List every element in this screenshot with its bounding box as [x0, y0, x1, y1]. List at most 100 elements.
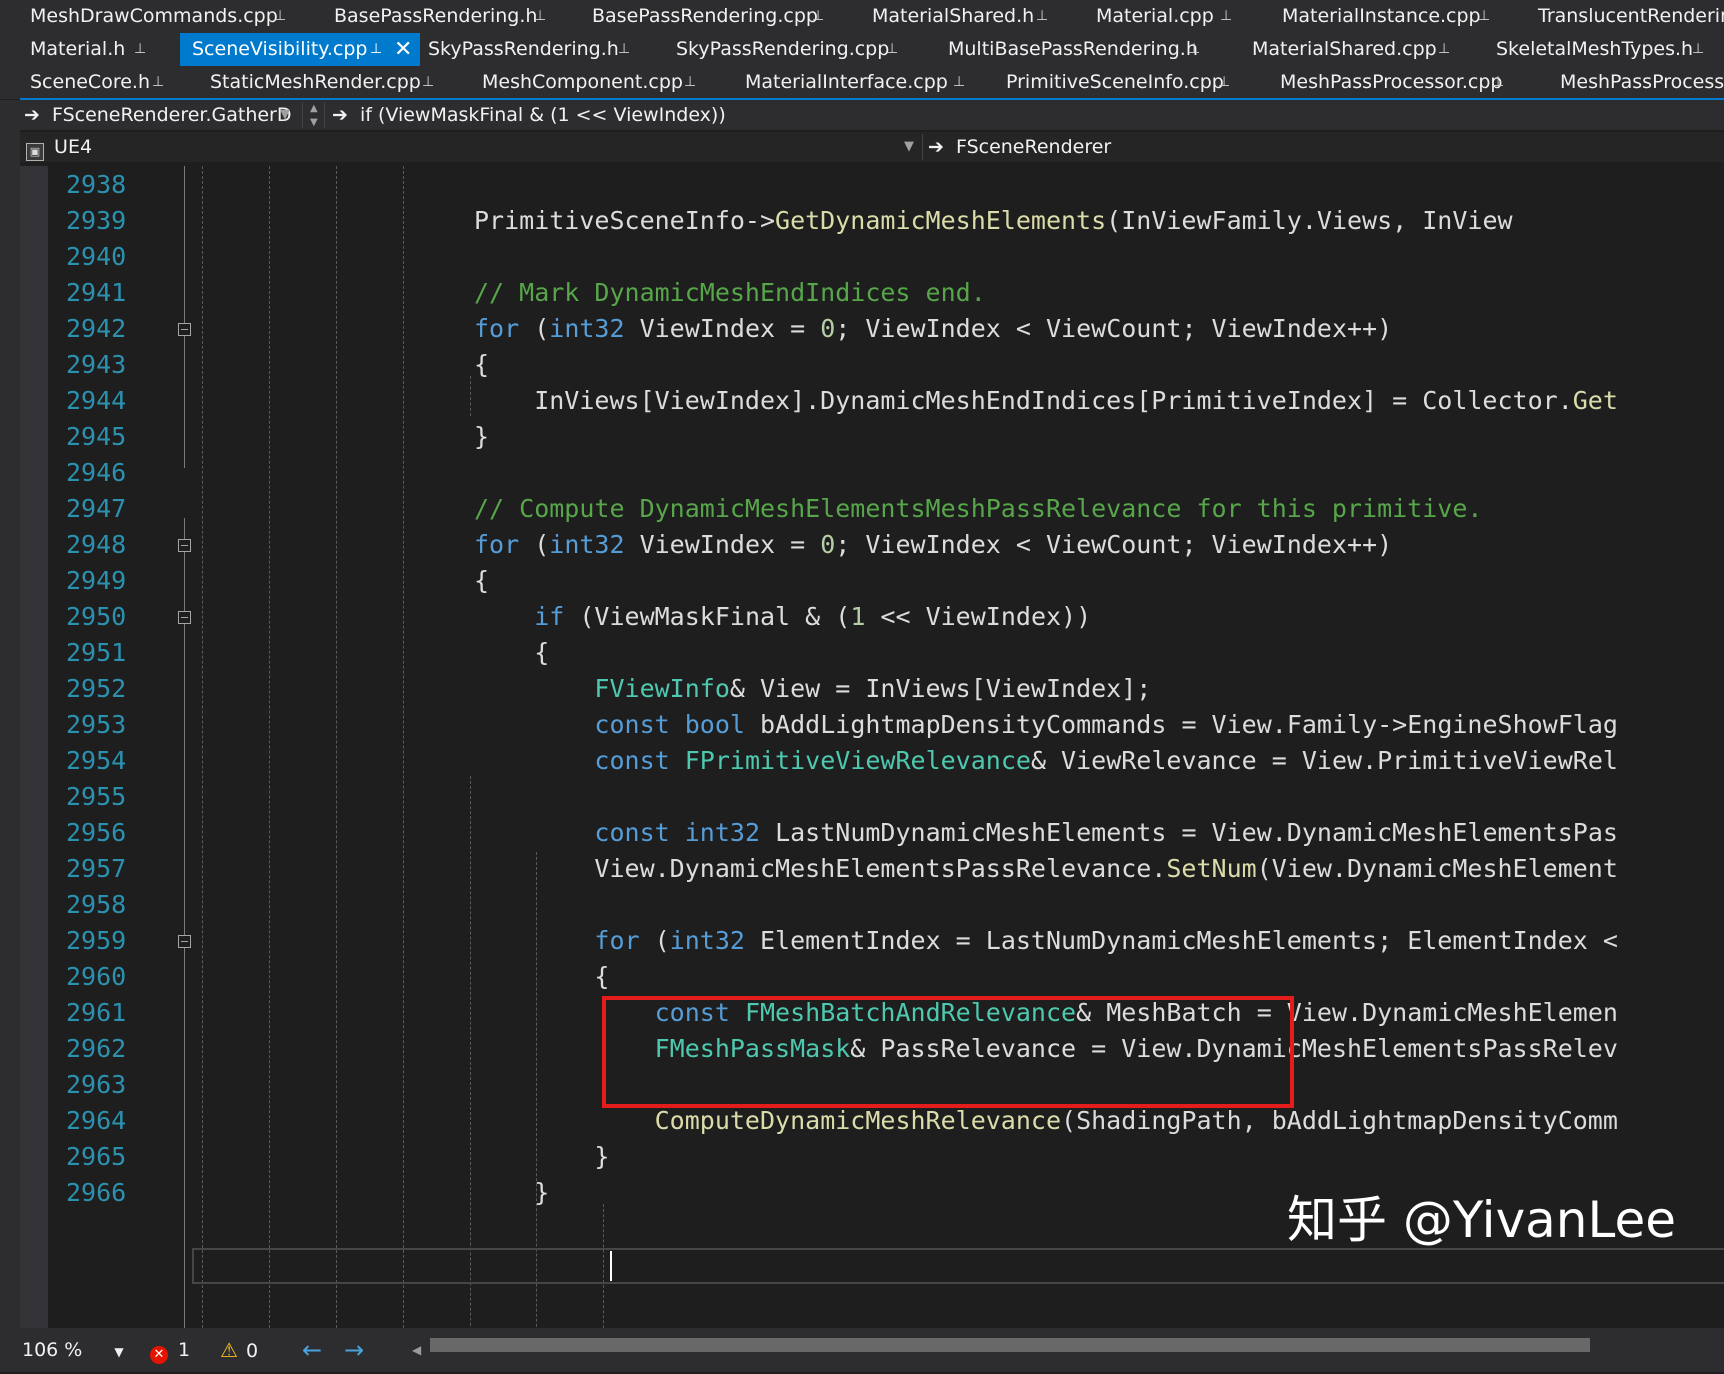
project-dropdown[interactable]: ▣ UE4 [26, 132, 916, 162]
collapse-toggle-icon[interactable] [178, 539, 191, 552]
collapse-toggle-icon[interactable] [178, 611, 191, 624]
line-number: 2965 [66, 1142, 127, 1171]
indent-guide [269, 166, 270, 1328]
tab-materialshared-cpp[interactable]: MaterialShared.cpp ⊥ [1224, 33, 1450, 66]
tab-label: Material.h [30, 38, 126, 60]
splitter-arrows-icon[interactable]: ▲ ▼ [310, 102, 318, 132]
pin-icon[interactable]: ⊥ [1478, 0, 1490, 33]
tab-label: MeshPassProcessor.cpp [1280, 71, 1503, 93]
tab-materialshared-h[interactable]: MaterialShared.h ⊥ [844, 0, 1048, 33]
pin-icon[interactable]: ⊥ [370, 33, 382, 66]
line-number: 2956 [66, 818, 127, 847]
pin-icon[interactable]: ⊥ [1188, 33, 1200, 66]
pin-icon[interactable]: ⊥ [534, 0, 546, 33]
watermark: 知乎 @YivanLee [1287, 1191, 1676, 1249]
line-number: 2940 [66, 242, 127, 271]
tab-staticmeshrender-cpp[interactable]: StaticMeshRender.cpp ⊥ [182, 66, 434, 99]
pin-icon[interactable]: ⊥ [1036, 0, 1048, 33]
tab-label: SkyPassRendering.h [428, 38, 619, 60]
tab-material-cpp[interactable]: Material.cpp ⊥ [1068, 0, 1232, 33]
line-number: 2939 [66, 206, 127, 235]
code-text: // Mark DynamicMeshEndIndices end. [474, 278, 986, 307]
pin-icon[interactable]: ⊥ [812, 0, 824, 33]
error-indicator[interactable]: ✕ 1 [150, 1328, 190, 1372]
tab-basepassrendering-h[interactable]: BasePassRendering.h ⊥ [306, 0, 546, 33]
pin-icon[interactable]: ⊥ [618, 33, 630, 66]
tab-label: MaterialShared.cpp [1252, 38, 1437, 60]
tab-materialinstance-cpp[interactable]: MaterialInstance.cpp ⊥ [1254, 0, 1490, 33]
statement-scope-label: if (ViewMaskFinal & (1 << ViewIndex)) [359, 104, 726, 126]
line-number: 2958 [66, 890, 127, 919]
code-editor[interactable]: 2938 2939 PrimitiveSceneInfo->GetDynamicM… [48, 166, 1724, 1328]
arrow-right-icon: ➔ [24, 104, 40, 126]
tab-primitivesceneinfo-cpp[interactable]: PrimitiveSceneInfo.cpp ⊥ [978, 66, 1230, 99]
function-scope-dropdown[interactable]: ➔ FSceneRenderer.GatherD [24, 100, 296, 130]
line-number: 2951 [66, 638, 127, 667]
arrow-left-icon: ← [302, 1336, 323, 1364]
tab-skypassrendering-h[interactable]: SkyPassRendering.h ⊥ [400, 33, 630, 66]
tab-skypassrendering-cpp[interactable]: SkyPassRendering.cpp ⊥ [648, 33, 898, 66]
line-number: 2942 [66, 314, 127, 343]
tab-label: MaterialInstance.cpp [1282, 5, 1481, 27]
pin-icon[interactable]: ⊥ [274, 0, 286, 33]
pin-icon[interactable]: ⊥ [886, 33, 898, 66]
line-number: 2957 [66, 854, 127, 883]
pin-icon[interactable]: ⊥ [134, 33, 146, 66]
pin-icon[interactable]: ⊥ [1218, 66, 1230, 99]
tab-translucentrendering[interactable]: TranslucentRendering [1510, 0, 1724, 33]
indent-guide [470, 376, 471, 416]
navigate-forward-button[interactable]: → [344, 1328, 364, 1372]
line-number: 2950 [66, 602, 127, 631]
tab-label: BasePassRendering.cpp [592, 5, 818, 27]
divider [302, 102, 303, 128]
indent-guide [403, 166, 404, 1328]
pin-icon[interactable]: ⊥ [1692, 33, 1704, 66]
line-number: 2949 [66, 566, 127, 595]
navigate-back-button[interactable]: ← [302, 1328, 322, 1372]
tab-materialinterface-cpp[interactable]: MaterialInterface.cpp ⊥ [717, 66, 965, 99]
pin-icon[interactable]: ⊥ [1220, 0, 1232, 33]
code-text: { [474, 350, 490, 379]
tab-meshpassprocessor[interactable]: MeshPassProcessor [1532, 66, 1724, 99]
tab-skeletalmeshtypes-h[interactable]: SkeletalMeshTypes.h ⊥ [1468, 33, 1704, 66]
pin-icon[interactable]: ⊥ [422, 66, 434, 99]
line-number: 2961 [66, 998, 127, 1027]
pin-icon[interactable]: ⊥ [152, 66, 164, 99]
function-scope-label: FSceneRenderer.GatherD [51, 104, 292, 126]
arrow-right-icon: → [344, 1336, 365, 1364]
tab-scenecore-h[interactable]: SceneCore.h ⊥ [2, 66, 164, 99]
scroll-left-icon[interactable]: ◀ [412, 1328, 421, 1372]
divider [324, 102, 325, 128]
line-number: 2966 [66, 1178, 127, 1207]
tab-multibasepassrendering-h[interactable]: MultiBasePassRendering.h ⊥ [920, 33, 1200, 66]
tab-basepassrendering-cpp[interactable]: BasePassRendering.cpp ⊥ [564, 0, 824, 33]
pin-icon[interactable]: ⊥ [1492, 66, 1504, 99]
warning-indicator[interactable]: ⚠ 0 [220, 1328, 258, 1372]
tab-meshpassprocessor-cpp[interactable]: MeshPassProcessor.cpp ⊥ [1252, 66, 1504, 99]
pin-icon[interactable]: ⊥ [1438, 33, 1450, 66]
zoom-dropdown[interactable]: 106 % ▼ [22, 1328, 124, 1372]
tab-material-h[interactable]: Material.h ⊥ [2, 33, 146, 66]
tab-label: SkeletalMeshTypes.h [1496, 38, 1694, 60]
line-number: 2959 [66, 926, 127, 955]
line-number: 2938 [66, 170, 127, 199]
tab-label: MultiBasePassRendering.h [948, 38, 1198, 60]
pin-icon[interactable]: ⊥ [953, 66, 965, 99]
tab-meshcomponent-cpp[interactable]: MeshComponent.cpp ⊥ [454, 66, 696, 99]
class-scope-dropdown[interactable]: ➔ FSceneRenderer [928, 132, 1718, 162]
warning-count: 0 [245, 1340, 259, 1362]
collapse-toggle-icon[interactable] [178, 323, 191, 336]
collapse-toggle-icon[interactable] [178, 935, 191, 948]
tab-row-1: MeshDrawCommands.cpp ⊥ BasePassRendering.… [0, 0, 1724, 33]
current-line-highlight [192, 1248, 1724, 1284]
pin-icon[interactable]: ⊥ [684, 66, 696, 99]
chevron-down-icon[interactable]: ▼ [280, 100, 290, 130]
tab-label: MeshComponent.cpp [482, 71, 683, 93]
chevron-down-icon[interactable]: ▼ [904, 132, 914, 162]
horizontal-scrollbar-thumb[interactable] [430, 1338, 1590, 1352]
code-text: const bool bAddLightmapDensityCommands =… [594, 710, 1618, 739]
line-number: 2952 [66, 674, 127, 703]
tab-meshdrawcommands-cpp[interactable]: MeshDrawCommands.cpp ⊥ [2, 0, 286, 33]
statement-scope-dropdown[interactable]: ➔ if (ViewMaskFinal & (1 << ViewIndex)) [332, 100, 1712, 130]
tab-scenevisibility-cpp[interactable]: SceneVisibility.cpp ⊥ ✕ [180, 33, 420, 66]
